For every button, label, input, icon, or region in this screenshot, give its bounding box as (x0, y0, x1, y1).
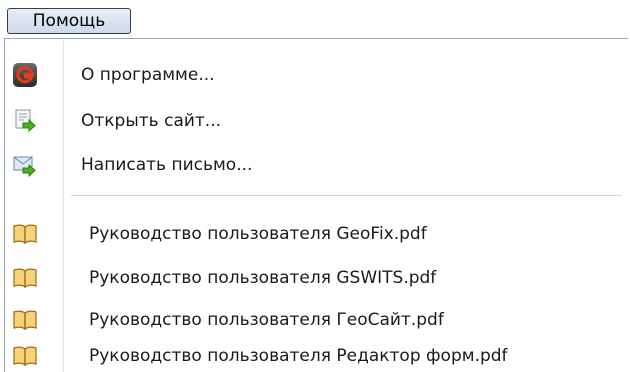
help-menu-button[interactable]: Помощь (7, 8, 131, 34)
app-logo-icon (13, 63, 37, 87)
menu-item-send-mail[interactable]: Написать письмо... (5, 149, 627, 181)
menu-separator (71, 195, 622, 196)
book-icon (13, 346, 37, 367)
menu-item-manual-gswits[interactable]: Руководство пользователя GSWITS.pdf (5, 262, 627, 294)
send-mail-icon (13, 156, 36, 178)
help-menu-screen: Помощь О программе... Открыть сайт... На… (0, 0, 630, 372)
menu-item-manual-geofix-label: Руководство пользователя GeoFix.pdf (89, 224, 427, 244)
book-icon (13, 268, 37, 289)
menu-item-open-site[interactable]: Открыть сайт... (5, 105, 627, 137)
menu-item-manual-geofix[interactable]: Руководство пользователя GeoFix.pdf (5, 218, 627, 250)
menu-item-manual-geosite[interactable]: Руководство пользователя ГеоСайт.pdf (5, 304, 627, 336)
menubar: Помощь (0, 0, 630, 38)
menu-item-manual-form-editor-label: Руководство пользователя Редактор форм.p… (89, 346, 508, 366)
menu-item-open-site-label: Открыть сайт... (81, 111, 222, 131)
menu-item-manual-gswits-label: Руководство пользователя GSWITS.pdf (89, 268, 437, 288)
menu-item-manual-geosite-label: Руководство пользователя ГеоСайт.pdf (89, 310, 444, 330)
menu-item-manual-form-editor[interactable]: Руководство пользователя Редактор форм.p… (5, 340, 627, 372)
book-icon (13, 224, 37, 245)
menu-item-about-label: О программе... (81, 65, 215, 85)
open-site-icon (15, 109, 36, 133)
book-icon (13, 310, 37, 331)
menu-item-send-mail-label: Написать письмо... (81, 155, 253, 175)
menu-item-about[interactable]: О программе... (5, 59, 627, 91)
help-dropdown: О программе... Открыть сайт... Написать … (4, 38, 628, 372)
